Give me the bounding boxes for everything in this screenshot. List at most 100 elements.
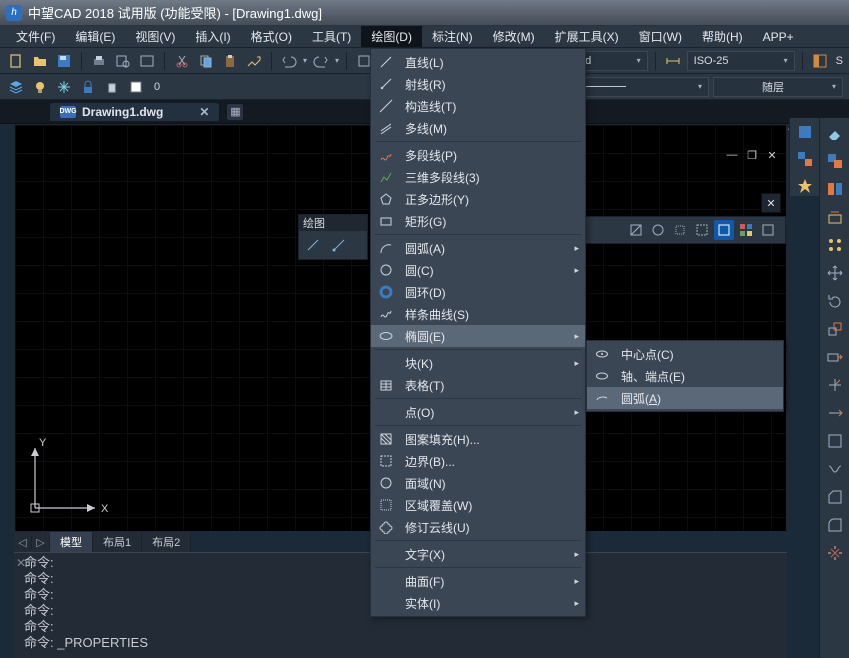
menu-item-rect[interactable]: 矩形(G) [371, 210, 585, 232]
menu-item-ray[interactable]: 射线(R) [371, 73, 585, 95]
menu-item-pline[interactable]: 多段线(P) [371, 144, 585, 166]
tab-layout2[interactable]: 布局2 [142, 532, 191, 552]
menu-item-item[interactable]: 实体(I)▸ [371, 592, 585, 614]
menu-文件f[interactable]: 文件(F) [6, 26, 65, 47]
submenu-item-ell-center[interactable]: 中心点(C) [587, 343, 783, 365]
mirror-icon[interactable] [824, 178, 846, 200]
menu-item-region[interactable]: 面域(N) [371, 472, 585, 494]
menu-item-arc[interactable]: 圆弧(A)▸ [371, 237, 585, 259]
eraser-icon[interactable] [824, 122, 846, 144]
preview-icon[interactable] [113, 51, 133, 71]
save-icon[interactable] [54, 51, 74, 71]
snap7-icon[interactable] [758, 220, 778, 240]
menu-item-item[interactable]: 块(K)▸ [371, 352, 585, 374]
submenu-item-ell-axis[interactable]: 轴、端点(E) [587, 365, 783, 387]
menu-item-spline[interactable]: 样条曲线(S) [371, 303, 585, 325]
props-icon[interactable] [794, 122, 816, 143]
bulb-icon[interactable] [30, 77, 50, 97]
close-icon[interactable]: ✕ [16, 555, 26, 571]
line-tool-icon[interactable] [303, 235, 323, 255]
line-tool-icon-2[interactable] [329, 235, 349, 255]
rotate-icon[interactable] [824, 290, 846, 312]
menu-工具t[interactable]: 工具(T) [302, 26, 361, 47]
snap4-icon[interactable] [692, 220, 712, 240]
snap3-icon[interactable] [670, 220, 690, 240]
menu-格式o[interactable]: 格式(O) [241, 26, 302, 47]
paste-icon[interactable] [220, 51, 240, 71]
close-tab-icon[interactable]: ✕ [199, 105, 209, 119]
menu-视图v[interactable]: 视图(V) [125, 26, 185, 47]
stretch-icon[interactable] [824, 346, 846, 368]
explode-icon[interactable] [824, 542, 846, 564]
snap6-icon[interactable] [736, 220, 756, 240]
snap2-icon[interactable] [648, 220, 668, 240]
break-icon[interactable] [824, 430, 846, 452]
menu-item-revcloud[interactable]: 修订云线(U) [371, 516, 585, 538]
redo-dropdown[interactable]: ▾ [335, 56, 339, 65]
array-icon[interactable] [824, 234, 846, 256]
menu-帮助h[interactable]: 帮助(H) [692, 26, 753, 47]
trim-icon[interactable] [824, 374, 846, 396]
dim-icon[interactable] [663, 51, 683, 71]
tab-nav-left[interactable]: ◁ [14, 536, 32, 549]
menu-标注n[interactable]: 标注(N) [422, 26, 483, 47]
menu-item-table[interactable]: 表格(T) [371, 374, 585, 396]
undo-icon[interactable] [279, 51, 299, 71]
print-icon[interactable] [89, 51, 109, 71]
designcenter-icon[interactable] [794, 149, 816, 170]
menu-item-circle[interactable]: 圆(C)▸ [371, 259, 585, 281]
chamfer-icon[interactable] [824, 486, 846, 508]
menu-app+[interactable]: APP+ [753, 28, 804, 46]
plot-icon[interactable] [102, 77, 122, 97]
undo-dropdown[interactable]: ▾ [303, 56, 307, 65]
menu-item-wipeout[interactable]: 区域覆盖(W) [371, 494, 585, 516]
snap5-icon[interactable] [714, 220, 734, 240]
menu-编辑e[interactable]: 编辑(E) [65, 26, 125, 47]
cut-icon[interactable] [172, 51, 192, 71]
snap1-icon[interactable] [626, 220, 646, 240]
menu-插入i[interactable]: 插入(I) [185, 26, 240, 47]
offset-icon[interactable] [824, 206, 846, 228]
floating-snap-toolbar[interactable]: ✕ [582, 216, 786, 244]
menu-item-donut[interactable]: 圆环(D) [371, 281, 585, 303]
palette-icon[interactable] [810, 51, 830, 71]
lock-icon[interactable] [78, 77, 98, 97]
open-icon[interactable] [30, 51, 50, 71]
document-tab[interactable]: DWG Drawing1.dwg ✕ [50, 103, 219, 121]
tab-nav-right[interactable]: ▷ [32, 536, 50, 549]
new-icon[interactable] [6, 51, 26, 71]
doc-minimize[interactable]: — [725, 148, 739, 162]
move-icon[interactable] [824, 262, 846, 284]
freeze-icon[interactable] [54, 77, 74, 97]
scale-icon[interactable] [824, 318, 846, 340]
match-icon[interactable] [244, 51, 264, 71]
menu-item-hatch[interactable]: 图案填充(H)... [371, 428, 585, 450]
publish-icon[interactable] [137, 51, 157, 71]
menu-item-pline3d[interactable]: 三维多段线(3) [371, 166, 585, 188]
fillet-icon[interactable] [824, 514, 846, 536]
menu-item-boundary[interactable]: 边界(B)... [371, 450, 585, 472]
dimstyle-combo[interactable]: ISO-25▾ [687, 51, 795, 71]
doc-close[interactable]: ✕ [765, 148, 779, 162]
tab-layout1[interactable]: 布局1 [93, 532, 142, 552]
menu-item-polygon[interactable]: 正多边形(Y) [371, 188, 585, 210]
extend-icon[interactable] [824, 402, 846, 424]
lineweight-combo[interactable]: 随层▾ [713, 77, 843, 97]
menu-item-item[interactable]: 曲面(F)▸ [371, 570, 585, 592]
menu-item-mline[interactable]: 多线(M) [371, 117, 585, 139]
submenu-item-ell-arc[interactable]: 圆弧(A) [587, 387, 783, 409]
menu-修改m[interactable]: 修改(M) [483, 26, 545, 47]
layers-icon[interactable] [6, 77, 26, 97]
color-swatch[interactable] [126, 77, 146, 97]
toolpalettes-icon[interactable] [794, 175, 816, 196]
menu-item-item[interactable]: 文字(X)▸ [371, 543, 585, 565]
menu-窗口w[interactable]: 窗口(W) [629, 26, 692, 47]
menu-item-xline[interactable]: 构造线(T) [371, 95, 585, 117]
doc-restore[interactable]: ❐ [745, 148, 759, 162]
menu-item-line[interactable]: 直线(L) [371, 51, 585, 73]
menu-item-item[interactable]: 点(O)▸ [371, 401, 585, 423]
close-icon[interactable]: ✕ [761, 193, 781, 213]
menu-item-ellipse[interactable]: 椭圆(E)▸ [371, 325, 585, 347]
new-tab-icon[interactable]: ▦ [227, 104, 243, 120]
join-icon[interactable] [824, 458, 846, 480]
